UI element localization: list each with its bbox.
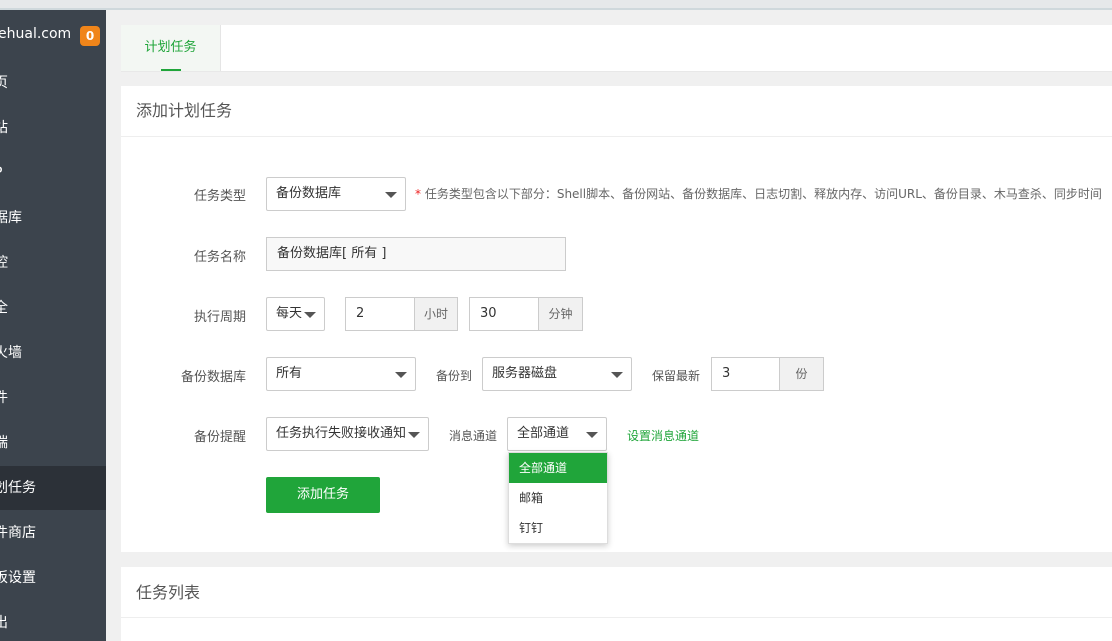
chevron-down-icon xyxy=(408,432,420,438)
backup-db-label: 备份数据库 xyxy=(180,370,246,385)
task-type-label: 任务类型 xyxy=(193,189,246,204)
notify-select[interactable]: 任务执行失败接收通知 xyxy=(266,417,429,451)
sidebar-item-label: 板设置 xyxy=(0,570,36,586)
select-value: 全部通道 xyxy=(517,426,570,441)
sidebar-brand[interactable]: ehual.com xyxy=(0,26,71,42)
sidebar-item-label: 件商店 xyxy=(0,525,36,541)
sidebar-item-label: 据库 xyxy=(0,210,22,226)
sidebar-item-site[interactable]: 站 xyxy=(0,106,106,150)
notification-badge[interactable]: 0 xyxy=(80,26,100,46)
period-label: 执行周期 xyxy=(193,310,246,325)
sidebar-item-label: 页 xyxy=(0,75,8,91)
chevron-down-icon xyxy=(586,432,598,438)
notify-label: 备份提醒 xyxy=(193,430,246,445)
tab-active-indicator xyxy=(161,69,181,71)
task-type-select[interactable]: 备份数据库 xyxy=(266,177,406,211)
chevron-down-icon xyxy=(395,372,407,378)
sidebar-item-files[interactable]: 件 xyxy=(0,376,106,420)
task-name-label: 任务名称 xyxy=(193,250,246,265)
sidebar-item-database[interactable]: 据库 xyxy=(0,196,106,240)
sidebar-item-logout[interactable]: 出 xyxy=(0,601,106,641)
tab-bar: 计划任务 xyxy=(121,25,1112,72)
channel-option-email[interactable]: 邮箱 xyxy=(509,483,607,513)
chevron-down-icon xyxy=(611,372,623,378)
tab-cron[interactable]: 计划任务 xyxy=(121,25,221,71)
hour-input[interactable]: 2 xyxy=(345,297,415,331)
sidebar-item-home[interactable]: 页 xyxy=(0,61,106,105)
backup-to-label: 备份到 xyxy=(436,369,473,383)
select-value: 备份数据库 xyxy=(276,186,342,201)
hour-unit: 小时 xyxy=(415,297,458,331)
channel-label: 消息通道 xyxy=(449,429,498,443)
sidebar-item-label: 控 xyxy=(0,255,8,271)
sidebar-item-settings[interactable]: 板设置 xyxy=(0,556,106,600)
sidebar-item-cron[interactable]: 划任务 xyxy=(0,466,106,510)
keep-latest-input[interactable]: 3 xyxy=(711,357,780,391)
add-task-button[interactable]: 添加任务 xyxy=(266,477,380,513)
divider xyxy=(121,617,1112,618)
set-channel-link[interactable]: 设置消息通道 xyxy=(627,427,699,444)
add-task-card: 添加计划任务 任务类型 备份数据库 * 任务类型包含以下部分：Shell脚本、备… xyxy=(121,86,1112,552)
channel-option-all[interactable]: 全部通道 xyxy=(509,453,607,483)
sidebar-item-label: P xyxy=(0,165,2,181)
sidebar-item-label: 端 xyxy=(0,435,8,451)
keep-latest-label: 保留最新 xyxy=(652,369,701,383)
channel-option-dingtalk[interactable]: 钉钉 xyxy=(509,513,607,543)
tab-label: 计划任务 xyxy=(144,40,197,55)
select-value: 服务器磁盘 xyxy=(492,366,558,381)
browser-top-border xyxy=(0,0,1112,10)
sidebar-item-label: 全 xyxy=(0,300,8,316)
minute-input[interactable]: 30 xyxy=(469,297,539,331)
period-cycle-select[interactable]: 每天 xyxy=(266,297,325,331)
sidebar-item-label: 划任务 xyxy=(0,480,36,496)
keep-unit: 份 xyxy=(780,357,824,391)
sidebar-item-security[interactable]: 全 xyxy=(0,286,106,330)
sidebar-item-label: 火墙 xyxy=(0,345,22,361)
select-value: 所有 xyxy=(276,366,303,381)
card-title: 任务列表 xyxy=(136,583,201,602)
divider xyxy=(121,136,1112,137)
channel-select[interactable]: 全部通道 xyxy=(507,417,607,451)
card-title: 添加计划任务 xyxy=(136,101,233,120)
sidebar-item-label: 站 xyxy=(0,120,8,136)
sidebar-item-terminal[interactable]: 端 xyxy=(0,421,106,465)
sidebar-item-label: 出 xyxy=(0,615,8,631)
select-value: 每天 xyxy=(276,306,303,321)
sidebar-item-store[interactable]: 件商店 xyxy=(0,511,106,555)
sidebar-item-label: 件 xyxy=(0,390,8,406)
sidebar-item-firewall[interactable]: 火墙 xyxy=(0,331,106,375)
chevron-down-icon xyxy=(385,192,397,198)
backup-to-select[interactable]: 服务器磁盘 xyxy=(482,357,632,391)
minute-unit: 分钟 xyxy=(539,297,583,331)
task-type-hint: * 任务类型包含以下部分：Shell脚本、备份网站、备份数据库、日志切割、释放内… xyxy=(415,185,1102,202)
hint-text: 任务类型包含以下部分：Shell脚本、备份网站、备份数据库、日志切割、释放内存、… xyxy=(424,187,1102,201)
channel-dropdown: 全部通道 邮箱 钉钉 xyxy=(508,452,608,544)
task-list-card: 任务列表 xyxy=(121,567,1112,641)
backup-db-select[interactable]: 所有 xyxy=(266,357,416,391)
sidebar: ehual.com 0 页 站 P 据库 控 全 火墙 件 端 划任务 件商店 … xyxy=(0,10,106,641)
sidebar-item-monitor[interactable]: 控 xyxy=(0,241,106,285)
required-star: * xyxy=(415,187,421,201)
select-value: 任务执行失败接收通知 xyxy=(276,426,407,441)
task-name-input[interactable]: 备份数据库[ 所有 ] xyxy=(266,237,566,271)
sidebar-item-ftp[interactable]: P xyxy=(0,151,106,195)
chevron-down-icon xyxy=(304,312,316,318)
